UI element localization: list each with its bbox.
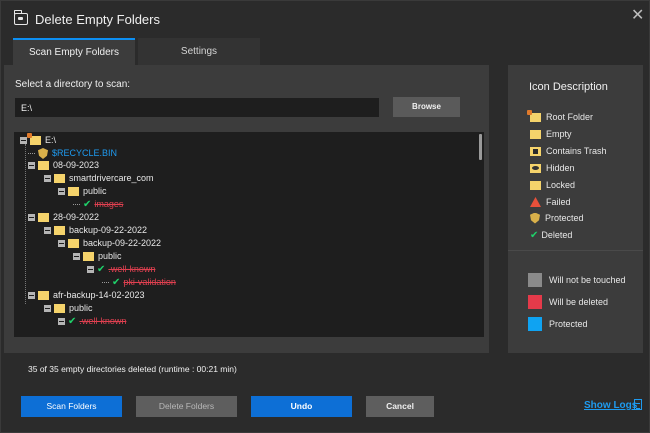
collapse-toggle-icon[interactable] [87,266,94,273]
desc-item-label: Contains Trash [546,146,607,156]
legend-not-touched: Will not be touched [528,273,626,287]
window-title: Delete Empty Folders [35,12,160,27]
deleted-check-icon: ✔ [68,316,77,327]
trash-folder-icon [530,146,541,156]
folder-icon [38,213,49,222]
root-folder-icon [27,133,41,145]
folder-icon [54,304,65,313]
folder-tree[interactable]: E:\ $RECYCLE.BIN 08-09-2023 smartdriverc… [14,132,484,337]
protected-shield-icon [530,212,540,224]
folder-icon [54,226,65,235]
scan-folders-button[interactable]: Scan Folders [21,396,122,417]
scan-panel: Select a directory to scan: Browse E:\ $… [4,65,489,353]
collapse-toggle-icon[interactable] [73,253,80,260]
browse-button[interactable]: Browse [393,97,460,117]
desc-item-locked: Locked [530,178,575,192]
collapse-toggle-icon[interactable] [44,227,51,234]
legend-will-be-deleted: Will be deleted [528,295,608,309]
tab-settings[interactable]: Settings [138,38,260,65]
collapse-toggle-icon[interactable] [58,240,65,247]
close-icon[interactable]: ✕ [631,5,644,25]
deleted-check-icon: ✔ [530,229,539,241]
folder-icon [38,291,49,300]
tree-item-label: .well-known [79,316,127,326]
tree-guide-line [25,144,26,304]
desc-item-hidden: Hidden [530,161,575,175]
folder-icon [68,187,79,196]
locked-folder-icon [530,180,541,190]
failed-warning-icon [530,197,541,207]
legend-swatch-blue [528,317,542,331]
desc-item-label: Protected [545,213,584,223]
tree-row[interactable]: ✔ .well-known [58,313,126,330]
desc-item-label: Failed [546,197,571,207]
legend-swatch-gray [528,273,542,287]
panel-divider [508,250,643,251]
folder-icon [38,161,49,170]
directory-label: Select a directory to scan: [15,79,131,90]
hidden-folder-icon [530,163,541,173]
tree-connector [102,282,109,283]
legend-label: Will not be touched [549,275,626,285]
icon-description-panel: Icon Description Root Folder Empty Conta… [508,65,643,353]
app-folder-icon [13,10,28,25]
collapse-toggle-icon[interactable] [44,175,51,182]
icon-description-title: Icon Description [529,81,608,93]
folder-icon [54,174,65,183]
desc-item-protected: Protected [530,211,584,225]
desc-item-empty: Empty [530,127,572,141]
tree-connector [28,153,35,154]
collapse-toggle-icon[interactable] [28,292,35,299]
legend-label: Will be deleted [549,297,609,307]
cancel-button[interactable]: Cancel [366,396,434,417]
collapse-toggle-icon[interactable] [44,305,51,312]
tab-scan-empty-folders[interactable]: Scan Empty Folders [13,38,135,65]
desc-item-label: Deleted [541,230,573,240]
app-window: Delete Empty Folders ✕ Scan Empty Folder… [0,0,650,433]
collapse-toggle-icon[interactable] [28,162,35,169]
tree-scrollbar[interactable] [479,134,482,160]
collapse-toggle-icon[interactable] [58,188,65,195]
desc-item-failed: Failed [530,195,571,209]
desc-item-root-folder: Root Folder [527,109,594,124]
directory-input[interactable] [15,98,379,117]
root-folder-icon [527,109,541,122]
desc-item-label: Hidden [546,163,575,173]
collapse-toggle-icon[interactable] [58,318,65,325]
status-text: 35 of 35 empty directories deleted (runt… [28,364,237,374]
collapse-toggle-icon[interactable] [28,214,35,221]
delete-folders-button[interactable]: Delete Folders [136,396,237,417]
legend-label: Protected [549,319,588,329]
desc-item-label: Locked [546,180,576,190]
desc-item-contains-trash: Contains Trash [530,144,607,158]
empty-folder-icon [530,129,541,139]
log-file-icon[interactable] [634,399,642,410]
tree-connector [73,204,80,205]
undo-button[interactable]: Undo [251,396,352,417]
desc-item-deleted: ✔ Deleted [530,228,572,242]
desc-item-label: Empty [546,129,572,139]
collapse-toggle-icon[interactable] [20,137,27,144]
folder-icon [68,239,79,248]
title-bar: Delete Empty Folders ✕ [1,1,650,37]
legend-protected: Protected [528,317,588,331]
desc-item-label: Root Folder [546,112,594,122]
folder-icon [83,252,94,261]
legend-swatch-red [528,295,542,309]
show-logs-link[interactable]: Show Logs [584,400,637,411]
